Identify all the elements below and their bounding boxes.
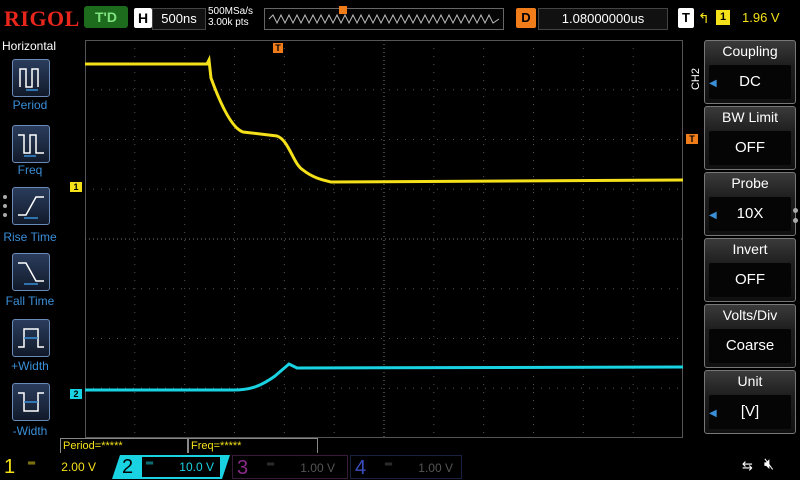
volts-div-softkey[interactable]: Volts/Div Coarse (704, 304, 796, 368)
bw-limit-softkey[interactable]: BW Limit OFF (704, 106, 796, 170)
coupling-softkey[interactable]: Coupling DC ◀ (704, 40, 796, 104)
period-measurement: Period=***** (60, 438, 188, 454)
invert-value: OFF (709, 263, 791, 297)
channel-status-bar: 1 2.00 V ═ 2 10.0 V ═ 3 1.00 V ═ 4 1.00 … (0, 453, 800, 480)
measure-rise-time-button[interactable] (12, 187, 50, 225)
unit-value: [V] (709, 395, 791, 429)
brand-logo: RIGOL (4, 6, 80, 31)
channel-menu: Coupling DC ◀ BW Limit OFF Probe 10X ◀ I… (704, 40, 800, 440)
unit-title: Unit (737, 373, 763, 389)
ch2-tab[interactable]: 2 10.0 V ═ (112, 455, 230, 479)
ch3-scale: 1.00 V (300, 461, 335, 475)
speaker-muted-icon[interactable]: 🔇︎ (764, 456, 774, 474)
memory-overview-waveform (268, 13, 500, 25)
trigger-source: 1 (716, 10, 730, 25)
bw-limit-title: BW Limit (722, 109, 778, 125)
ch4-coupling-icon: ═ (385, 459, 393, 470)
memory-depth: 3.00k pts (208, 17, 249, 28)
horizontal-badge: H (134, 8, 152, 28)
softkey-page-dot (793, 218, 798, 223)
probe-arrow-icon: ◀ (709, 210, 717, 221)
sample-rate: 500MSa/s (208, 6, 254, 17)
trigger-level-value[interactable]: 1.96 V (742, 8, 780, 28)
measure-period-label: Period (12, 98, 48, 112)
unit-arrow-icon: ◀ (709, 408, 717, 419)
fall-time-icon (18, 262, 44, 285)
ch2-scale: 10.0 V (142, 457, 220, 477)
delay-badge: D (516, 8, 536, 28)
frequency-icon (18, 134, 44, 157)
period-icon (19, 68, 39, 91)
measure-freq-button[interactable] (12, 125, 50, 163)
softkey-page-dot (793, 208, 798, 213)
top-status-bar: RIGOL T'D H 500ns 500MSa/s 3.00k pts D 1… (0, 0, 800, 37)
ch2-number: 2 (122, 456, 134, 478)
measure-menu: Horizontal Period Freq Rise Time Fall Ti… (0, 37, 60, 449)
volts-div-value: Coarse (709, 329, 791, 363)
ch3-tab[interactable]: 3 1.00 V ═ (232, 455, 348, 479)
waveform-display[interactable] (85, 40, 683, 438)
ch1-scale: 2.00 V (61, 460, 96, 474)
ch3-number: 3 (237, 457, 249, 479)
memory-trigger-marker (339, 6, 347, 14)
measure-neg-width-label: -Width (12, 424, 48, 438)
ch3-coupling-icon: ═ (267, 459, 275, 470)
measure-neg-width-button[interactable] (12, 383, 50, 421)
unit-softkey[interactable]: Unit [V] ◀ (704, 370, 796, 434)
ch4-tab[interactable]: 4 1.00 V ═ (350, 455, 462, 479)
measure-freq-label: Freq (17, 163, 43, 177)
ch2-coupling-icon: ═ (146, 458, 154, 469)
measure-menu-title: Horizontal (2, 39, 57, 53)
measure-pos-width-button[interactable] (12, 319, 50, 357)
trigger-status-badge: T'D (84, 6, 128, 28)
probe-title: Probe (731, 175, 769, 191)
freq-measurement: Freq=***** (188, 438, 318, 454)
measure-fall-time-button[interactable] (12, 253, 50, 291)
ch1-tab[interactable]: 1 2.00 V ═ (0, 455, 110, 479)
timebase-value[interactable]: 500ns (152, 8, 206, 30)
coupling-arrow-icon: ◀ (709, 78, 717, 89)
measure-period-button[interactable] (12, 59, 50, 97)
negative-width-icon (18, 392, 44, 412)
delay-value[interactable]: 1.08000000us (538, 8, 668, 30)
trigger-edge-icon: ↰ (698, 10, 710, 26)
coupling-title: Coupling (722, 43, 778, 59)
active-channel-label: CH2 (690, 68, 702, 91)
positive-width-icon (18, 328, 44, 348)
memory-overview-bar (264, 8, 504, 30)
rise-time-icon (18, 196, 44, 219)
waveform-grid (85, 40, 683, 438)
usb-icon: ⇆ (742, 458, 753, 473)
measure-fall-time-label: Fall Time (5, 294, 55, 308)
volts-div-title: Volts/Div (722, 307, 778, 323)
probe-value: 10X (709, 197, 791, 231)
invert-softkey[interactable]: Invert OFF (704, 238, 796, 302)
sample-rate-info: 500MSa/s 3.00k pts (208, 6, 253, 28)
ch1-number: 1 (4, 456, 16, 478)
ch4-number: 4 (355, 457, 367, 479)
menu-page-dots (3, 195, 7, 222)
measure-pos-width-label: +Width (11, 359, 49, 373)
trigger-level-marker[interactable]: T (686, 134, 698, 144)
invert-title: Invert (732, 241, 768, 257)
ch1-offset-marker[interactable]: 1 (70, 182, 82, 192)
measure-rise-time-label: Rise Time (3, 230, 57, 244)
trigger-position-marker[interactable]: T (273, 43, 283, 53)
ch2-offset-marker[interactable]: 2 (70, 389, 82, 399)
coupling-value: DC (709, 65, 791, 99)
bw-limit-value: OFF (709, 131, 791, 165)
probe-softkey[interactable]: Probe 10X ◀ (704, 172, 796, 236)
ch1-coupling-icon: ═ (28, 458, 36, 469)
trigger-badge: T (678, 8, 694, 28)
ch4-scale: 1.00 V (418, 461, 453, 475)
